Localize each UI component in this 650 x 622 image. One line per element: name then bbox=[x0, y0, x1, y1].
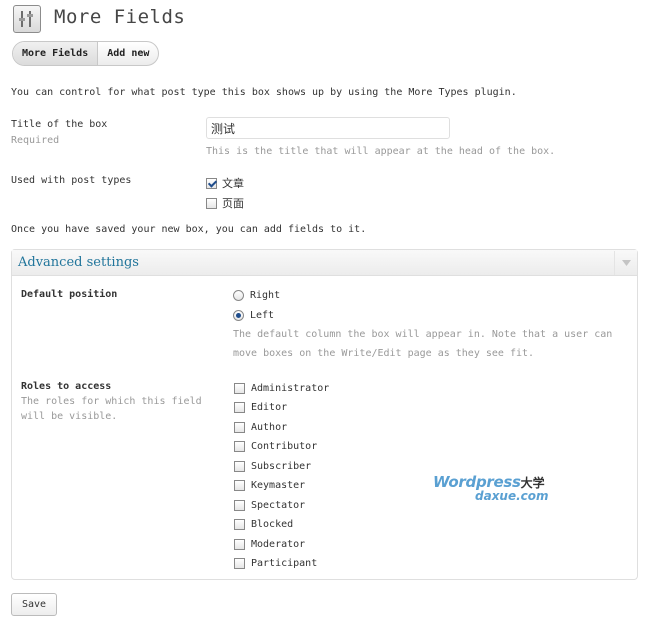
role-option: Keymaster bbox=[234, 480, 305, 492]
role-label: Blocked bbox=[251, 519, 294, 530]
role-option: Blocked bbox=[234, 519, 293, 531]
position-hint: The default column the box will appear i… bbox=[233, 329, 613, 340]
post-types-label: Used with post types bbox=[11, 175, 132, 186]
roles-label: Roles to access bbox=[21, 381, 112, 392]
role-option: Moderator bbox=[234, 539, 305, 551]
role-label: Participant bbox=[251, 558, 318, 569]
box-title-input[interactable] bbox=[206, 117, 450, 139]
after-save-text: Once you have saved your new box, you ca… bbox=[11, 224, 367, 235]
role-checkbox[interactable] bbox=[234, 500, 245, 511]
title-field-label: Title of the box bbox=[11, 119, 108, 130]
position-option: Right bbox=[233, 290, 280, 302]
tab-add-new[interactable]: Add new bbox=[98, 42, 158, 65]
role-option: Contributor bbox=[234, 441, 317, 453]
watermark-logo: Wordpress大学 daxue.com bbox=[433, 473, 549, 503]
role-label: Subscriber bbox=[251, 461, 312, 472]
role-label: Author bbox=[251, 422, 288, 433]
role-option: Participant bbox=[234, 558, 317, 570]
panel-toggle[interactable] bbox=[614, 251, 638, 275]
roles-description: will be visible. bbox=[21, 411, 118, 422]
panel-title: Advanced settings bbox=[18, 255, 139, 270]
role-label: Keymaster bbox=[251, 480, 306, 491]
watermark-domain: daxue.com bbox=[475, 489, 549, 503]
role-checkbox[interactable] bbox=[234, 461, 245, 472]
post-type-option: 页面 bbox=[206, 195, 244, 211]
position-hint: move boxes on the Write/Edit page as the… bbox=[233, 348, 535, 359]
role-option: Author bbox=[234, 422, 287, 434]
role-label: Editor bbox=[251, 402, 288, 413]
position-radio-right[interactable] bbox=[233, 290, 244, 301]
role-checkbox[interactable] bbox=[234, 480, 245, 491]
role-checkbox[interactable] bbox=[234, 422, 245, 433]
position-label: Default position bbox=[21, 289, 118, 300]
role-checkbox[interactable] bbox=[234, 558, 245, 569]
roles-description: The roles for which this field bbox=[21, 396, 202, 407]
role-label: Spectator bbox=[251, 500, 306, 511]
intro-text: You can control for what post type this … bbox=[11, 87, 517, 98]
role-checkbox[interactable] bbox=[234, 539, 245, 550]
post-type-checkbox-page[interactable] bbox=[206, 197, 217, 209]
post-type-label: 文章 bbox=[222, 177, 244, 190]
required-note: Required bbox=[11, 135, 60, 146]
position-radio-left[interactable] bbox=[233, 310, 244, 321]
role-option: Subscriber bbox=[234, 461, 311, 473]
role-checkbox[interactable] bbox=[234, 441, 245, 452]
page-title: More Fields bbox=[54, 6, 186, 28]
post-type-checkbox-post[interactable] bbox=[206, 177, 217, 189]
save-button[interactable]: Save bbox=[11, 593, 57, 616]
post-type-option: 文章 bbox=[206, 175, 244, 191]
tab-bar: More Fields Add new bbox=[12, 41, 160, 66]
tab-more-fields[interactable]: More Fields bbox=[13, 42, 99, 65]
fields-settings-icon bbox=[13, 5, 41, 33]
title-field-hint: This is the title that will appear at th… bbox=[206, 146, 556, 157]
position-option-label: Right bbox=[250, 290, 281, 301]
role-checkbox[interactable] bbox=[234, 519, 245, 530]
watermark-cn: 大学 bbox=[520, 476, 545, 490]
role-checkbox[interactable] bbox=[234, 383, 245, 394]
role-option: Spectator bbox=[234, 500, 305, 512]
post-type-label: 页面 bbox=[222, 197, 244, 210]
role-label: Contributor bbox=[251, 441, 318, 452]
role-checkbox[interactable] bbox=[234, 402, 245, 413]
collapse-arrow-icon bbox=[622, 260, 631, 266]
position-option: Left bbox=[233, 310, 274, 322]
role-option: Administrator bbox=[234, 383, 329, 395]
role-label: Administrator bbox=[251, 383, 330, 394]
role-option: Editor bbox=[234, 402, 287, 414]
role-label: Moderator bbox=[251, 539, 306, 550]
position-option-label: Left bbox=[250, 310, 275, 321]
